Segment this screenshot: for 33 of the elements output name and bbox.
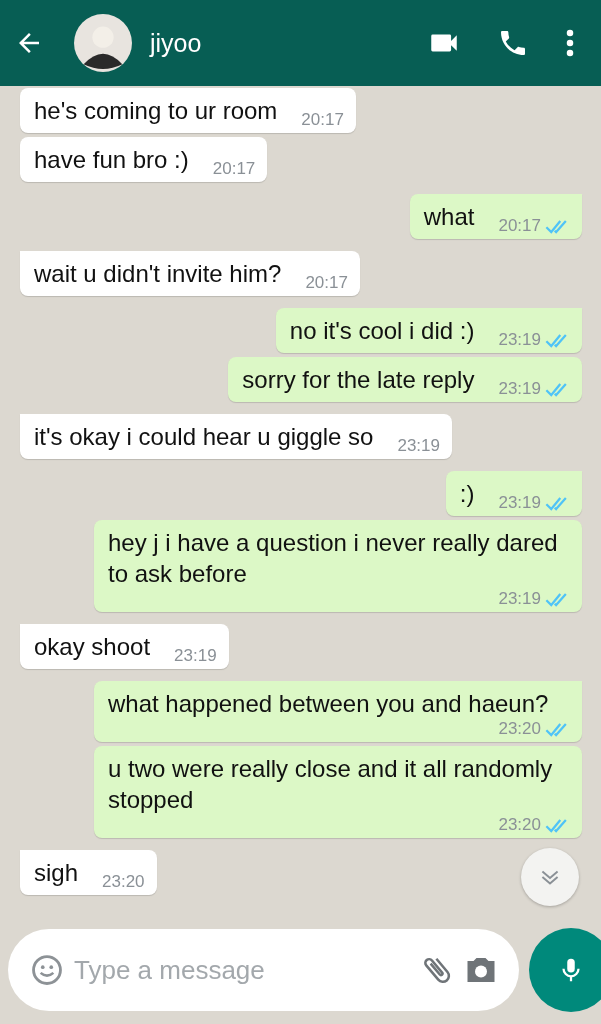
- message-text: what happened between you and haeun?: [108, 689, 550, 719]
- menu-icon[interactable]: [565, 28, 575, 58]
- message-input[interactable]: Type a message: [72, 953, 411, 987]
- message-text: it's okay i could hear u giggle so: [34, 422, 374, 452]
- avatar-icon[interactable]: [74, 14, 132, 72]
- message-time: 20:17: [305, 273, 348, 293]
- message-time: 23:19: [498, 589, 541, 609]
- message-time: 20:17: [498, 216, 541, 236]
- message-field[interactable]: Type a message: [8, 929, 519, 1011]
- contact-name[interactable]: jiyoo: [150, 28, 202, 58]
- message-time: 23:20: [498, 815, 541, 835]
- message-text: have fun bro :): [34, 145, 189, 175]
- message-text: okay shoot: [34, 632, 151, 662]
- message-time: 20:17: [212, 159, 256, 179]
- message-text: he's coming to ur room: [34, 96, 278, 126]
- message-time: 23:20: [498, 719, 541, 739]
- message-text: sorry for the late reply: [242, 365, 475, 395]
- message-time: 23:19: [174, 646, 217, 666]
- message-text: no it's cool i did :): [289, 316, 475, 346]
- emoji-icon[interactable]: [30, 953, 64, 987]
- microphone-button[interactable]: [529, 928, 601, 1012]
- message-text: what: [423, 202, 475, 232]
- message-time: 23:19: [498, 379, 541, 399]
- message-time: 20:17: [301, 110, 344, 130]
- message-text: sigh: [34, 858, 79, 888]
- message-time: 23:20: [102, 872, 145, 892]
- message-time: 23:19: [397, 436, 440, 456]
- message-text: hey j i have a question i never really dared to ask before: [108, 528, 559, 589]
- message-text: u two were really close and it all randomly stopped: [108, 754, 554, 815]
- message-time: 23:19: [498, 330, 541, 350]
- message-time: 23:19: [498, 493, 541, 513]
- message-text: wait u didn't invite him?: [34, 259, 282, 289]
- message-text: :): [459, 479, 475, 509]
